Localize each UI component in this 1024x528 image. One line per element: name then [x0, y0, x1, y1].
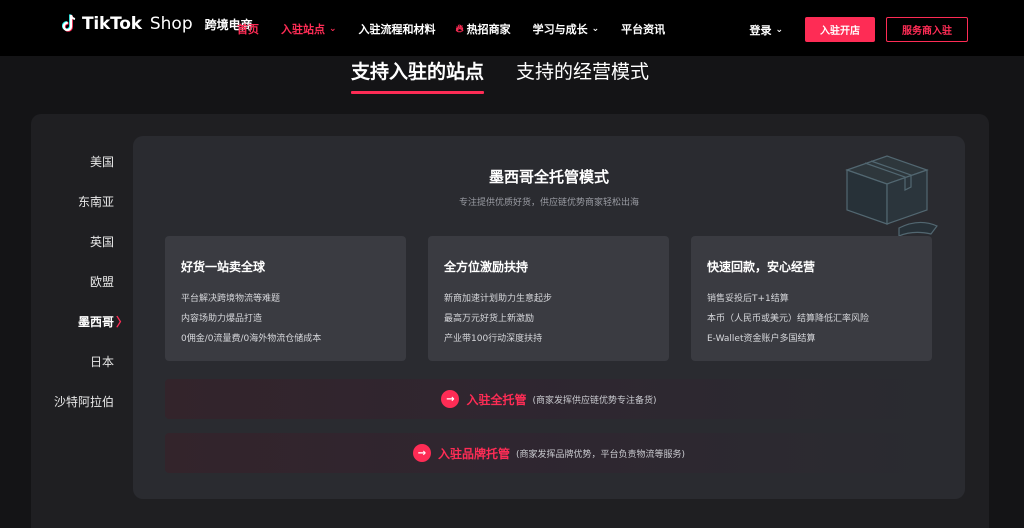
- cta-note: (商家发挥品牌优势，平台负责物流等服务): [515, 449, 686, 460]
- card-line: 最高万元好货上新激励: [444, 314, 535, 324]
- panel-subtitle: 专注提供优质好货，供应链优势商家轻松出海: [458, 198, 639, 208]
- join-full-custody-link[interactable]: → 入驻全托管 (商家发挥供应链优势专注备货): [165, 379, 933, 419]
- tiktok-note-icon: [62, 14, 76, 32]
- login-dropdown[interactable]: 登录 ⌄: [749, 22, 783, 38]
- chevron-right-icon: 〉: [115, 315, 128, 329]
- section-tabs: 支持入驻的站点 支持的经营模式: [351, 57, 649, 94]
- site-item-us[interactable]: 美国: [50, 152, 124, 192]
- site-list: 美国 东南亚 英国 欧盟 墨西哥 〉 日本 沙特阿拉伯: [50, 152, 128, 432]
- flame-icon: 🔥︎: [455, 22, 464, 35]
- nav-learning-label: 学习与成长: [532, 23, 588, 36]
- nav-sites-label: 入驻站点: [281, 23, 325, 36]
- site-detail-panel: 墨西哥全托管模式 专注提供优质好货，供应链优势商家轻松出海 好货一站卖全球 平台…: [133, 136, 965, 499]
- card-line: 本币（人民币或美元）结算降低汇率风险: [707, 314, 870, 324]
- card-line: 新商加速计划助力生意起步: [444, 294, 553, 304]
- nav-home-label: 首页: [237, 23, 259, 36]
- nav-hot-merchants[interactable]: 🔥︎ 热招商家: [456, 21, 511, 37]
- nav-hot-merchants-label: 热招商家: [466, 23, 511, 36]
- card-line: 产业带100行动深度扶持: [444, 334, 543, 344]
- tab-supported-sites[interactable]: 支持入驻的站点: [351, 57, 485, 94]
- site-item-sea[interactable]: 东南亚: [50, 192, 124, 232]
- chevron-down-icon: ⌄: [775, 24, 783, 35]
- card-title: 全方位激励扶持: [444, 260, 529, 274]
- arrow-right-circle-icon: →: [412, 444, 431, 462]
- nav-home[interactable]: 首页: [237, 21, 259, 37]
- chevron-down-icon: ⌄: [591, 24, 600, 34]
- nav-process-label: 入驻流程和材料: [358, 23, 436, 36]
- tiktok-shop-logo[interactable]: TikTok Shop 跨境电商: [62, 14, 253, 34]
- package-box-icon: [845, 155, 938, 237]
- chevron-down-icon: ⌄: [329, 24, 337, 34]
- nav-sites[interactable]: 入驻站点 ⌄: [281, 21, 337, 37]
- login-label: 登录: [749, 23, 772, 37]
- benefit-cards: 好货一站卖全球 平台解决跨境物流等难题 内容场助力爆品打造 0佣金/0流量费/0…: [165, 236, 932, 361]
- join-brand-custody-link[interactable]: → 入驻品牌托管 (商家发挥品牌优势，平台负责物流等服务): [165, 433, 933, 473]
- site-item-eu[interactable]: 欧盟: [50, 272, 124, 312]
- site-item-saudi[interactable]: 沙特阿拉伯: [50, 392, 124, 432]
- card-line: 销售妥投后T+1结算: [707, 294, 789, 304]
- logo-shop-text: Shop: [149, 14, 193, 34]
- top-navigation-bar: TikTok Shop 跨境电商 首页 入驻站点 ⌄ 入驻流程和材料 🔥︎ 热招…: [0, 0, 1024, 56]
- site-item-uk[interactable]: 英国: [50, 232, 124, 272]
- cta-note: (商家发挥供应链优势专注备货): [532, 395, 657, 406]
- card-line: 内容场助力爆品打造: [181, 314, 263, 324]
- card-line: 0佣金/0流量费/0海外物流仓储成本: [181, 334, 322, 344]
- card-title: 快速回款，安心经营: [707, 260, 816, 274]
- site-item-mexico[interactable]: 墨西哥 〉: [50, 312, 128, 352]
- benefit-card: 好货一站卖全球 平台解决跨境物流等难题 内容场助力爆品打造 0佣金/0流量费/0…: [165, 236, 406, 361]
- arrow-right-circle-icon: →: [441, 390, 460, 408]
- cta-label: 入驻全托管: [466, 392, 527, 407]
- card-line: 平台解决跨境物流等难题: [181, 294, 281, 304]
- logo-brand-text: TikTok: [82, 14, 142, 34]
- site-item-mexico-label: 墨西哥: [77, 315, 114, 329]
- nav-learning[interactable]: 学习与成长 ⌄: [533, 21, 600, 37]
- main-nav: 首页 入驻站点 ⌄ 入驻流程和材料 🔥︎ 热招商家 学习与成长 ⌄ 平台资讯: [237, 21, 665, 37]
- nav-process[interactable]: 入驻流程和材料: [359, 21, 436, 37]
- card-line: E-Wallet资金账户多国结算: [707, 334, 816, 344]
- site-item-japan[interactable]: 日本: [50, 352, 124, 392]
- panel-title: 墨西哥全托管模式: [488, 168, 609, 186]
- tab-business-models[interactable]: 支持的经营模式: [516, 57, 649, 94]
- header-actions: 登录 ⌄ 入驻开店 服务商入驻: [749, 17, 968, 42]
- card-title: 好货一站卖全球: [181, 260, 266, 274]
- open-store-button[interactable]: 入驻开店: [805, 17, 875, 42]
- benefit-card: 全方位激励扶持 新商加速计划助力生意起步 最高万元好货上新激励 产业带100行动…: [428, 236, 669, 361]
- service-provider-button[interactable]: 服务商入驻: [886, 17, 968, 42]
- nav-news[interactable]: 平台资讯: [621, 21, 665, 37]
- benefit-card: 快速回款，安心经营 销售妥投后T+1结算 本币（人民币或美元）结算降低汇率风险 …: [691, 236, 932, 361]
- nav-news-label: 平台资讯: [621, 23, 666, 36]
- cta-label: 入驻品牌托管: [437, 446, 510, 461]
